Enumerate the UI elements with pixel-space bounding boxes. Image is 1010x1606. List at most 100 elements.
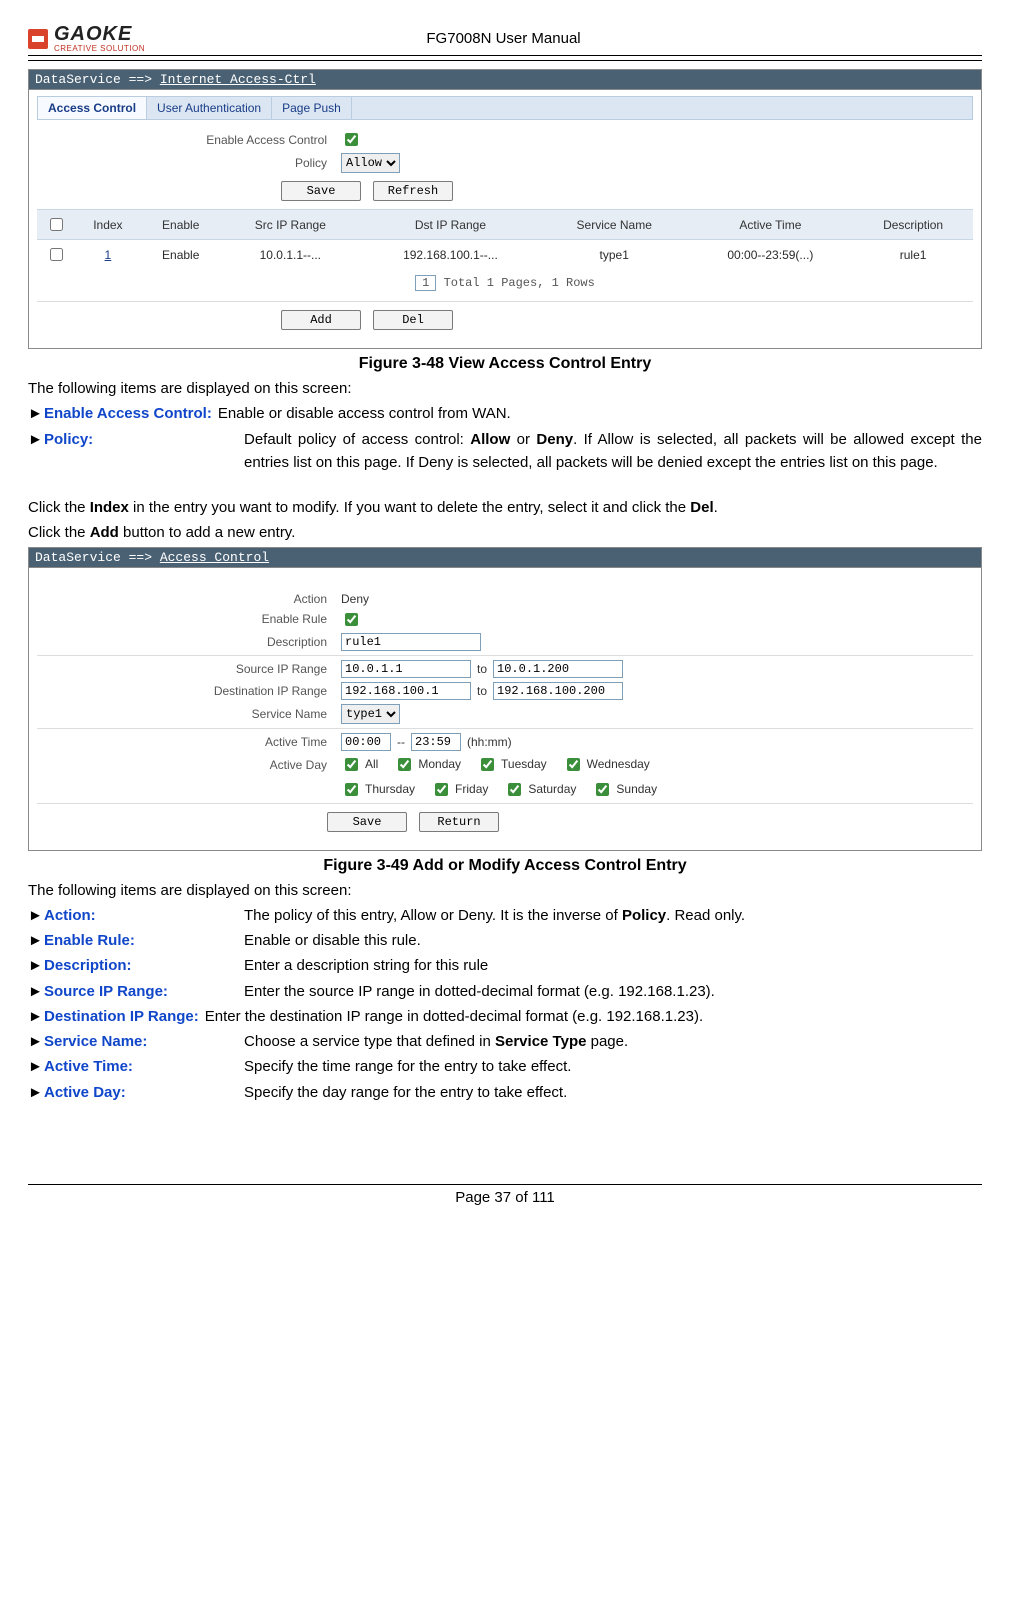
day-all[interactable]: All (341, 755, 378, 774)
text-span: . (714, 499, 718, 516)
action-label: Action (37, 592, 341, 606)
dst-from-input[interactable] (341, 682, 471, 700)
day-sun[interactable]: Sunday (592, 780, 657, 799)
panel-breadcrumb: DataService ==> Access Control (29, 548, 981, 568)
dst-to-input[interactable] (493, 682, 623, 700)
divider (37, 803, 973, 804)
access-ctrl-panel: DataService ==> Internet Access-Ctrl Acc… (28, 69, 982, 349)
bullet-text: Specify the time range for the entry to … (244, 1055, 982, 1078)
table-header-row: Index Enable Src IP Range Dst IP Range S… (37, 210, 973, 240)
bullet-label: Policy: (44, 428, 244, 475)
logo: GAOKE CREATIVE SOLUTION (28, 24, 145, 53)
text-span: or (510, 431, 536, 448)
row-index-link[interactable]: 1 (75, 240, 141, 270)
src-from-input[interactable] (341, 660, 471, 678)
dst-range-label: Destination IP Range (37, 684, 341, 698)
enable-access-label: Enable Access Control (37, 133, 341, 147)
day-label: Friday (455, 782, 488, 796)
day-label: Thursday (365, 782, 415, 796)
day-sat[interactable]: Saturday (504, 780, 576, 799)
row-dst: 192.168.100.1--... (360, 240, 541, 270)
bullet-label: Active Time: (44, 1055, 244, 1078)
rules-table: Index Enable Src IP Range Dst IP Range S… (37, 209, 973, 269)
day-wed[interactable]: Wednesday (563, 755, 650, 774)
bullet-label: Enable Rule: (44, 929, 244, 952)
policy-label: Policy (37, 156, 341, 170)
day-thu[interactable]: Thursday (341, 780, 415, 799)
logo-icon (28, 29, 48, 49)
bold-del: Del (690, 499, 713, 516)
divider (37, 655, 973, 656)
bold-service-type: Service Type (495, 1033, 586, 1050)
tab-page-push[interactable]: Page Push (272, 97, 352, 119)
return-button[interactable]: Return (419, 812, 499, 832)
refresh-button[interactable]: Refresh (373, 181, 453, 201)
page-footer: Page 37 of 111 (28, 1184, 982, 1206)
bullet-text: Enable or disable this rule. (244, 929, 982, 952)
policy-select[interactable]: Allow (341, 153, 400, 173)
day-label: Monday (418, 757, 461, 771)
text-span: . Read only. (666, 907, 745, 924)
bullet-text: Enter the destination IP range in dotted… (205, 1005, 982, 1028)
bullet-label: Active Day: (44, 1081, 244, 1104)
row-active-time: 00:00--23:59(...) (688, 240, 854, 270)
bullet-text: The policy of this entry, Allow or Deny.… (244, 904, 982, 927)
day-wed-checkbox[interactable] (567, 758, 580, 771)
bullet-dest-ip: ► Destination IP Range: Enter the destin… (28, 1005, 982, 1028)
bullet-arrow-icon: ► (28, 929, 44, 952)
day-fri[interactable]: Friday (431, 780, 488, 799)
document-title: FG7008N User Manual (145, 30, 862, 47)
day-label: Saturday (528, 782, 576, 796)
bullet-arrow-icon: ► (28, 428, 44, 475)
time-to-input[interactable] (411, 733, 461, 751)
day-mon[interactable]: Monday (394, 755, 461, 774)
enable-access-checkbox[interactable] (345, 133, 358, 146)
bullet-active-day: ► Active Day: Specify the day range for … (28, 1081, 982, 1104)
breadcrumb-prefix: DataService ==> (35, 550, 160, 565)
add-button[interactable]: Add (281, 310, 361, 330)
save-button[interactable]: Save (281, 181, 361, 201)
panel-breadcrumb: DataService ==> Internet Access-Ctrl (29, 70, 981, 90)
tab-user-auth[interactable]: User Authentication (147, 97, 272, 119)
day-sun-checkbox[interactable] (596, 783, 609, 796)
day-fri-checkbox[interactable] (435, 783, 448, 796)
day-tue-checkbox[interactable] (481, 758, 494, 771)
divider (37, 728, 973, 729)
select-all-checkbox[interactable] (50, 218, 63, 231)
th-dst: Dst IP Range (360, 210, 541, 240)
text-span: Click the (28, 499, 90, 516)
enable-rule-checkbox[interactable] (345, 613, 358, 626)
row-checkbox[interactable] (50, 248, 63, 261)
day-thu-checkbox[interactable] (345, 783, 358, 796)
day-all-checkbox[interactable] (345, 758, 358, 771)
pager-text: Total 1 Pages, 1 Rows (444, 276, 595, 290)
time-hint: (hh:mm) (467, 735, 512, 749)
bullet-enable-rule: ► Enable Rule: Enable or disable this ru… (28, 929, 982, 952)
time-sep: -- (397, 735, 405, 749)
tab-access-control[interactable]: Access Control (38, 97, 147, 119)
th-index: Index (75, 210, 141, 240)
day-tue[interactable]: Tuesday (477, 755, 547, 774)
bullet-arrow-icon: ► (28, 402, 44, 425)
header-rule (28, 60, 982, 61)
description-input[interactable] (341, 633, 481, 651)
bold-deny: Deny (536, 431, 573, 448)
save-button[interactable]: Save (327, 812, 407, 832)
bullet-enable-access: ► Enable Access Control: Enable or disab… (28, 402, 982, 425)
breadcrumb-main: Internet Access-Ctrl (160, 72, 316, 87)
src-to-input[interactable] (493, 660, 623, 678)
bullet-active-time: ► Active Time: Specify the time range fo… (28, 1055, 982, 1078)
bullet-service-name: ► Service Name: Choose a service type th… (28, 1030, 982, 1053)
text-span: in the entry you want to modify. If you … (129, 499, 690, 516)
time-from-input[interactable] (341, 733, 391, 751)
bullet-label: Destination IP Range: (44, 1005, 199, 1028)
del-button[interactable]: Del (373, 310, 453, 330)
text-span: Choose a service type that defined in (244, 1033, 495, 1050)
day-mon-checkbox[interactable] (398, 758, 411, 771)
text-span: Default policy of access control: (244, 431, 470, 448)
figure-caption-1: Figure 3-48 View Access Control Entry (28, 355, 982, 373)
day-sat-checkbox[interactable] (508, 783, 521, 796)
mid-paragraph-2: Click the Add button to add a new entry. (28, 521, 982, 544)
service-name-select[interactable]: type1 (341, 704, 400, 724)
bold-add: Add (90, 524, 119, 541)
